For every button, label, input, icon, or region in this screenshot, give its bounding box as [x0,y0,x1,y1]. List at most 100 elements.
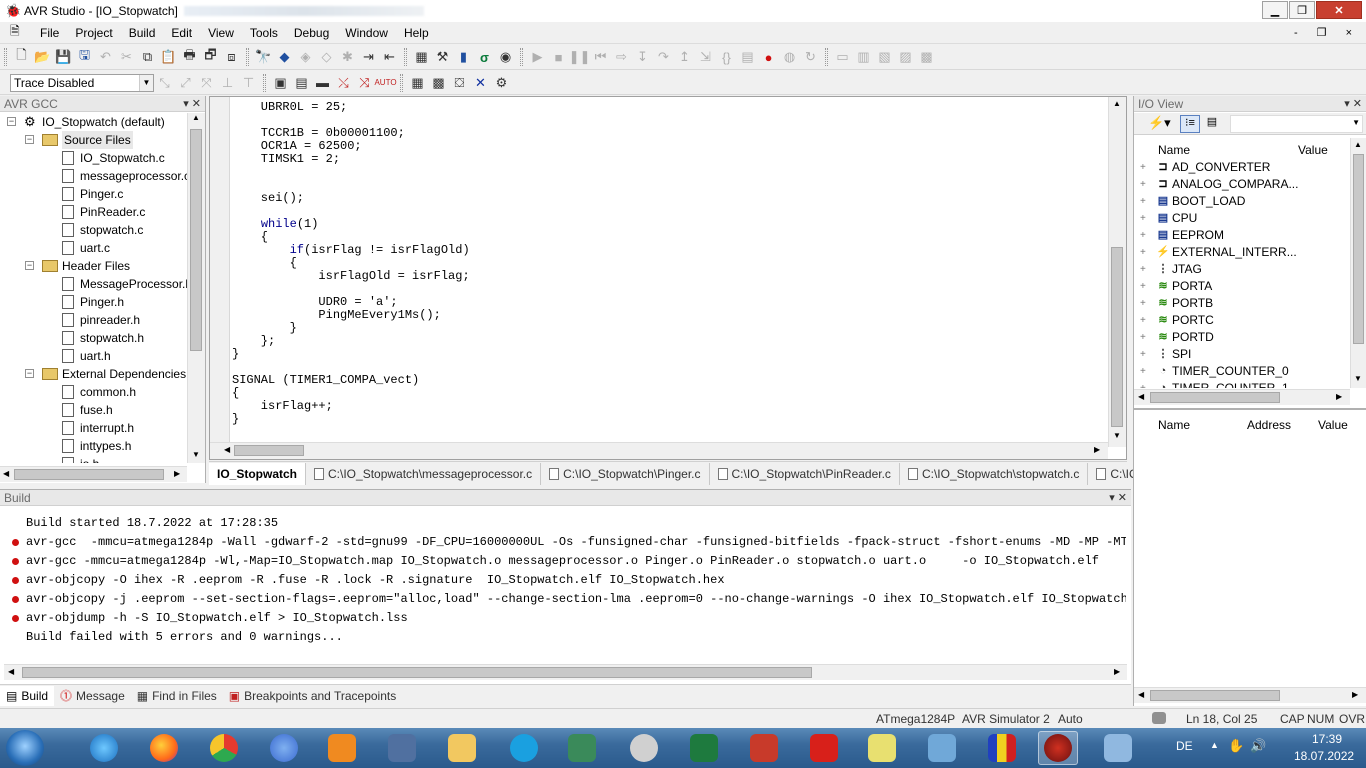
language-indicator[interactable]: DE [1176,739,1193,753]
program-icon[interactable]: ▮ [453,47,474,67]
tab-find-in-files[interactable]: ▦ Find in Files [131,686,223,706]
io-item[interactable]: + ⊐ ANALOG_COMPARA... [1134,176,1350,193]
io-item[interactable]: + ◔ TIMER_COUNTER_0 [1134,363,1350,380]
tree-horizontal-scrollbar[interactable]: ◀ ▶ [0,466,187,482]
firefox-icon[interactable] [144,731,184,765]
scroll-right-icon[interactable]: ▶ [1336,392,1342,401]
detail-col-name[interactable]: Name [1158,418,1190,432]
code-line[interactable]: SIGNAL (TIMER1_COMPA_vect) [232,374,470,387]
clock-time[interactable]: 17:39 [1312,732,1342,746]
trace-off-icon[interactable]: ⤢ [175,73,196,93]
code-line[interactable] [232,166,470,179]
explorer-icon[interactable] [442,731,482,765]
io-item[interactable]: + ▤ CPU [1134,210,1350,227]
processor-icon[interactable]: ▨ [895,47,916,67]
build-line[interactable]: Build started 18.7.2022 at 17:28:35 [26,514,1126,533]
build-line[interactable]: avr-objcopy -O ihex -R .eeprom -R .fuse … [26,571,1126,590]
code-line[interactable]: TIMSK1 = 2; [232,153,470,166]
toolbar-grip[interactable] [404,48,407,66]
expand-icon[interactable]: + [1140,193,1146,210]
build-line[interactable]: avr-objdump -h -S IO_Stopwatch.elf > IO_… [26,609,1126,628]
minimize-button[interactable]: ▁ [1262,1,1288,19]
gear-icon[interactable]: ⚙ [491,73,512,93]
menu-project[interactable]: Project [67,22,120,44]
excel-icon[interactable] [684,731,724,765]
io-horizontal-scrollbar[interactable]: ◀ ▶ [1134,389,1350,405]
io-item[interactable]: + ⊐ AD_CONVERTER [1134,159,1350,176]
collapse-icon[interactable]: − [7,117,16,126]
build-output-text[interactable]: Build started 18.7.2022 at 17:28:35 avr-g… [26,514,1126,647]
print-icon[interactable]: 🖶 [179,47,200,67]
break-icon[interactable]: ❚❚ [569,47,591,67]
find-icon[interactable]: 🔭 [253,47,274,67]
chromium-icon[interactable] [264,731,304,765]
panel-controls[interactable]: ▾ ✕ [1109,490,1127,506]
scroll-up-icon[interactable]: ▲ [1354,140,1362,149]
editor-gutter[interactable] [210,97,230,449]
quickwatch-icon[interactable]: {} [716,47,737,67]
editor-vertical-scrollbar[interactable]: ▲ ▼ [1108,97,1126,447]
refresh-icon[interactable]: ↻ [800,47,821,67]
breakpoint-icon[interactable]: ● [758,47,779,67]
scroll-left-icon[interactable]: ◀ [1138,690,1144,699]
notepad-icon[interactable] [862,731,902,765]
scroll-thumb[interactable] [234,445,304,456]
expand-icon[interactable]: + [1140,295,1146,312]
cmd-icon[interactable]: ▣ [270,73,291,93]
expand-icon[interactable]: + [1140,346,1146,363]
build-line[interactable]: avr-objcopy -j .eeprom --set-section-fla… [26,590,1126,609]
scroll-right-icon[interactable]: ▶ [1352,690,1358,699]
document-menu-icon[interactable]: 🗎 [10,22,26,43]
scroll-left-icon[interactable]: ◀ [224,445,230,454]
io-item[interactable]: + ≋ PORTD [1134,329,1350,346]
watch-icon[interactable]: ▭ [832,47,853,67]
menu-tools[interactable]: Tools [242,22,286,44]
rdp-icon[interactable] [922,731,962,765]
menu-build[interactable]: Build [121,22,164,44]
expand-icon[interactable]: + [1140,363,1146,380]
colors-app-icon[interactable] [982,731,1022,765]
indent-icon[interactable]: ⇥ [358,47,379,67]
cut-icon[interactable]: ✂ [116,47,137,67]
build-icon[interactable]: ▦ [411,47,432,67]
mdi-window-buttons[interactable]: - ❐ × [1294,26,1360,39]
scroll-right-icon[interactable]: ▶ [174,469,180,478]
scroll-left-icon[interactable]: ◀ [8,667,14,676]
code-line[interactable]: } [232,348,470,361]
io-item[interactable]: + ▤ EEPROM [1134,227,1350,244]
io-item[interactable]: + ◔ TIMER_COUNTER_1 [1134,380,1350,388]
chrome-icon[interactable] [204,731,244,765]
tab-pinger[interactable]: C:\IO_Stopwatch\Pinger.c [541,462,710,485]
expand-icon[interactable]: + [1140,227,1146,244]
menu-debug[interactable]: Debug [286,22,337,44]
scroll-down-icon[interactable]: ▼ [1354,374,1362,383]
ie-icon[interactable] [84,731,124,765]
io-vertical-scrollbar[interactable]: ▲ ▼ [1350,138,1366,388]
stk-icon[interactable]: ◉ [495,47,516,67]
copy-icon[interactable]: ⧉ [137,47,158,67]
code-line[interactable]: UBRR0L = 25; [232,101,470,114]
volume-icon[interactable]: 🔊 [1250,738,1266,754]
scroll-up-icon[interactable]: ▲ [192,113,200,122]
menu-window[interactable]: Window [337,22,396,44]
close-button[interactable]: ✕ [1316,1,1362,19]
window-icon[interactable]: 🗗 [200,47,221,67]
bookmark-prev-icon[interactable]: ◇ [316,47,337,67]
chip2-icon[interactable]: ▩ [428,73,449,93]
show-next-icon[interactable]: ⇨ [611,47,632,67]
memory-icon[interactable]: ▥ [853,47,874,67]
save-icon[interactable]: 💾 [53,47,74,67]
tab-io-stopwatch[interactable]: IO_Stopwatch [209,462,307,485]
build-line[interactable]: avr-gcc -mmcu=atmega1284p -Wl,-Map=IO_St… [26,552,1126,571]
remove-breakpoints-icon[interactable]: ◍ [779,47,800,67]
scroll-down-icon[interactable]: ▼ [1113,431,1121,440]
scroll-left-icon[interactable]: ◀ [3,469,9,478]
code-line[interactable]: sei(); [232,192,470,205]
tab-pinreader[interactable]: C:\IO_Stopwatch\PinReader.c [710,462,900,485]
compile-icon[interactable]: ⚒ [432,47,453,67]
hex-icon[interactable]: ▬ [312,73,333,93]
detail-col-value[interactable]: Value [1318,418,1348,432]
menu-view[interactable]: View [200,22,242,44]
bin-icon[interactable]: ▤ [291,73,312,93]
start-button[interactable] [6,730,44,766]
